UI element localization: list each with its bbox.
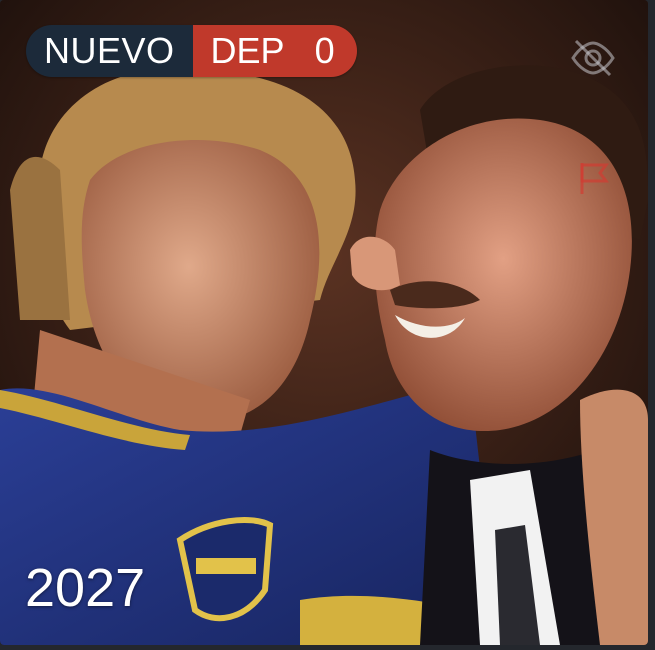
badge-category-label: DEP xyxy=(210,30,285,71)
eye-slash-icon[interactable] xyxy=(570,38,616,78)
year-label: 2027 xyxy=(25,558,146,618)
flag-icon[interactable] xyxy=(576,160,610,196)
status-badge: NUEVO DEP 0 xyxy=(26,25,357,77)
photo xyxy=(0,0,648,645)
badge-status-label: NUEVO xyxy=(26,25,193,77)
badge-category: DEP 0 xyxy=(192,25,357,77)
badge-count: 0 xyxy=(314,30,335,71)
image-card[interactable]: NUEVO DEP 0 2027 xyxy=(0,0,648,645)
